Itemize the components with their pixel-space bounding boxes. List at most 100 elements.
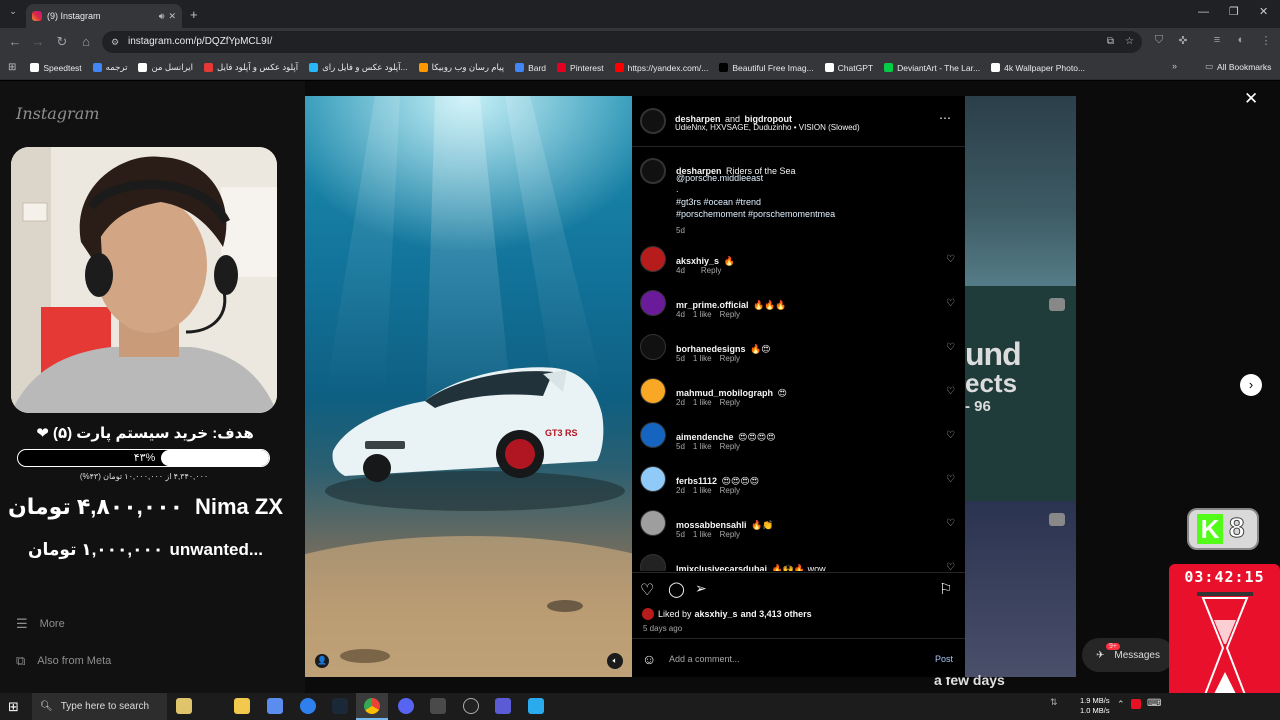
new-tab-button[interactable]: + — [190, 7, 198, 22]
app-icon-gray[interactable] — [430, 698, 446, 714]
comment-username[interactable]: aimendenche — [676, 432, 734, 442]
tray-app-icon[interactable] — [1131, 699, 1141, 709]
comment-likes[interactable]: 1 like — [693, 442, 712, 451]
telegram-icon[interactable] — [528, 698, 544, 714]
share-icon[interactable]: ➢ — [695, 580, 707, 597]
sidebar-item-meta[interactable]: ⧉ Also from Meta — [16, 653, 111, 669]
bookmark-item[interactable]: ایرانسل من — [138, 62, 193, 73]
taskbar-search-box[interactable]: 🔍︎ Type here to search — [32, 693, 167, 720]
all-bookmarks-folder[interactable]: ▭ All Bookmarks — [1205, 61, 1271, 72]
comment-likes[interactable]: 1 like — [693, 354, 712, 363]
comment-input[interactable]: Add a comment... — [669, 654, 929, 664]
comment-avatar[interactable] — [640, 466, 666, 492]
comment-avatar[interactable] — [640, 554, 666, 571]
comment-like-icon[interactable]: ♡ — [946, 298, 955, 309]
app-icon-circle[interactable] — [463, 698, 479, 714]
file-explorer-icon[interactable] — [234, 698, 250, 714]
bookmark-item[interactable]: Bard — [515, 63, 546, 73]
comment-avatar[interactable] — [640, 378, 666, 404]
bookmark-star-icon[interactable]: ☆ — [1125, 31, 1134, 53]
next-post-button[interactable]: › — [1240, 374, 1262, 396]
like-icon[interactable]: ♡ — [640, 580, 654, 600]
bookmark-item[interactable]: آپلود عکس و فایل رای... — [309, 62, 408, 73]
bookmark-item[interactable]: Beautiful Free Imag... — [719, 63, 814, 73]
comment-reply-button[interactable]: Reply — [720, 398, 740, 407]
comment-username[interactable]: borhanedesigns — [676, 344, 746, 354]
caption-hashtags-1[interactable]: #gt3rs #ocean #trend — [676, 197, 761, 207]
bookmark-item[interactable]: Speedtest — [30, 63, 82, 73]
bookmark-item[interactable]: پیام رسان وب روبیکا — [418, 62, 504, 73]
audio-icon[interactable]: 🔊︎ — [159, 11, 165, 22]
save-bookmark-icon[interactable]: ⚐ — [939, 580, 952, 598]
calculator-icon[interactable] — [267, 698, 283, 714]
comments-list[interactable]: aksxhiy_s 🔥 4d Reply ♡ mr_prime.official 🔥🔥🔥… — [632, 246, 965, 571]
chrome-taskbar-active[interactable] — [356, 693, 388, 720]
tab-search-button[interactable]: ⌄ — [6, 6, 20, 20]
comment-reply-button[interactable]: Reply — [720, 442, 740, 451]
comment-like-icon[interactable]: ♡ — [946, 518, 955, 529]
comment-avatar[interactable] — [640, 510, 666, 536]
caption-hashtags-2[interactable]: #porschemoment #porschemomentmea — [676, 209, 835, 219]
steam-icon[interactable] — [332, 698, 348, 714]
mute-icon[interactable]: 🔈︎ — [607, 653, 623, 669]
comment-avatar[interactable] — [640, 334, 666, 360]
post-image[interactable]: GT3 RS 👤 🔈︎ — [305, 96, 632, 677]
more-bookmarks-icon[interactable]: » — [1172, 61, 1177, 71]
tagged-user-icon[interactable]: 👤 — [315, 654, 329, 668]
tab-instagram[interactable]: (9) Instagram 🔊︎ ✕ — [26, 4, 182, 28]
window-restore-button[interactable]: ❐ — [1229, 5, 1239, 18]
comment-reply-button[interactable]: Reply — [720, 310, 740, 319]
app-icon-s[interactable] — [495, 698, 511, 714]
bookmark-item[interactable]: ChatGPT — [824, 63, 873, 73]
caption-avatar[interactable] — [640, 158, 666, 184]
comment-likes[interactable]: 1 like — [693, 486, 712, 495]
back-icon[interactable]: ← — [7, 34, 23, 49]
comment-likes[interactable]: 1 like — [693, 530, 712, 539]
comment-like-icon[interactable]: ♡ — [946, 342, 955, 353]
window-close-button[interactable]: ✕ — [1259, 5, 1268, 18]
caption-mention[interactable]: @porsche.middleeast — [676, 173, 763, 183]
home-icon[interactable]: ⌂ — [78, 34, 94, 49]
comment-username[interactable]: mahmud_mobilograph — [676, 388, 773, 398]
comment-like-icon[interactable]: ♡ — [946, 254, 955, 265]
comment-like-icon[interactable]: ♡ — [946, 474, 955, 485]
comment-username[interactable]: ferbs1112 — [676, 476, 717, 486]
comment-reply-button[interactable]: Reply — [701, 266, 721, 275]
comment-username[interactable]: mr_prime.official — [676, 300, 749, 310]
tab-close-icon[interactable]: ✕ — [168, 11, 176, 22]
comment-reply-button[interactable]: Reply — [720, 530, 740, 539]
comment-username[interactable]: mossabbensahli — [676, 520, 747, 530]
comment-reply-button[interactable]: Reply — [720, 354, 740, 363]
taskbar-widget-icon[interactable] — [176, 698, 192, 714]
comment-username[interactable]: lmjxclusivecarsdubai — [676, 564, 767, 571]
post-comment-button[interactable]: Post — [935, 654, 953, 664]
messages-button[interactable]: ✈︎ Messages 9+ — [1082, 638, 1174, 672]
tray-network-icon[interactable]: ⌨ — [1147, 698, 1161, 709]
extensions-icon[interactable]: ✜ — [1175, 34, 1191, 47]
address-bar[interactable]: ⚙ instagram.com/p/DQZfYpMCL9I/ ⧉ ☆ — [102, 31, 1142, 53]
site-info-icon[interactable]: ⚙ — [111, 31, 119, 53]
comment-avatar[interactable] — [640, 246, 666, 272]
comment-like-icon[interactable]: ♡ — [946, 430, 955, 441]
more-options-icon[interactable]: ⋯ — [939, 111, 951, 125]
comment-avatar[interactable] — [640, 290, 666, 316]
audio-attribution[interactable]: UdieNnx, HXVSAGE, Duduzinho • VISION (Sl… — [675, 123, 860, 132]
comment-likes[interactable]: 1 like — [693, 310, 712, 319]
apps-grid-icon[interactable]: ⊞ — [8, 62, 16, 73]
comment-like-icon[interactable]: ♡ — [946, 386, 955, 397]
bookmark-item[interactable]: آپلود عکس و آپلود فایل — [204, 62, 298, 73]
comment-avatar[interactable] — [640, 422, 666, 448]
header-avatar[interactable] — [640, 108, 666, 134]
instagram-logo[interactable]: Instagram — [16, 104, 99, 123]
sidebar-item-more[interactable]: ☰ More — [16, 616, 65, 632]
comment-username[interactable]: aksxhiy_s — [676, 256, 719, 266]
comment-like-icon[interactable]: ♡ — [946, 562, 955, 571]
comment-likes[interactable]: 1 like — [693, 398, 712, 407]
bookmark-item[interactable]: Pinterest — [557, 63, 604, 73]
profile-icon[interactable]: ◐ — [1233, 34, 1249, 46]
bookmark-item[interactable]: https://yandex.com/... — [614, 63, 708, 73]
window-minimize-button[interactable]: — — [1198, 6, 1209, 18]
emoji-icon[interactable]: ☺ — [642, 651, 656, 667]
shield-extension-icon[interactable]: ⛉ — [1151, 34, 1167, 47]
reload-icon[interactable]: ↻ — [54, 34, 70, 50]
